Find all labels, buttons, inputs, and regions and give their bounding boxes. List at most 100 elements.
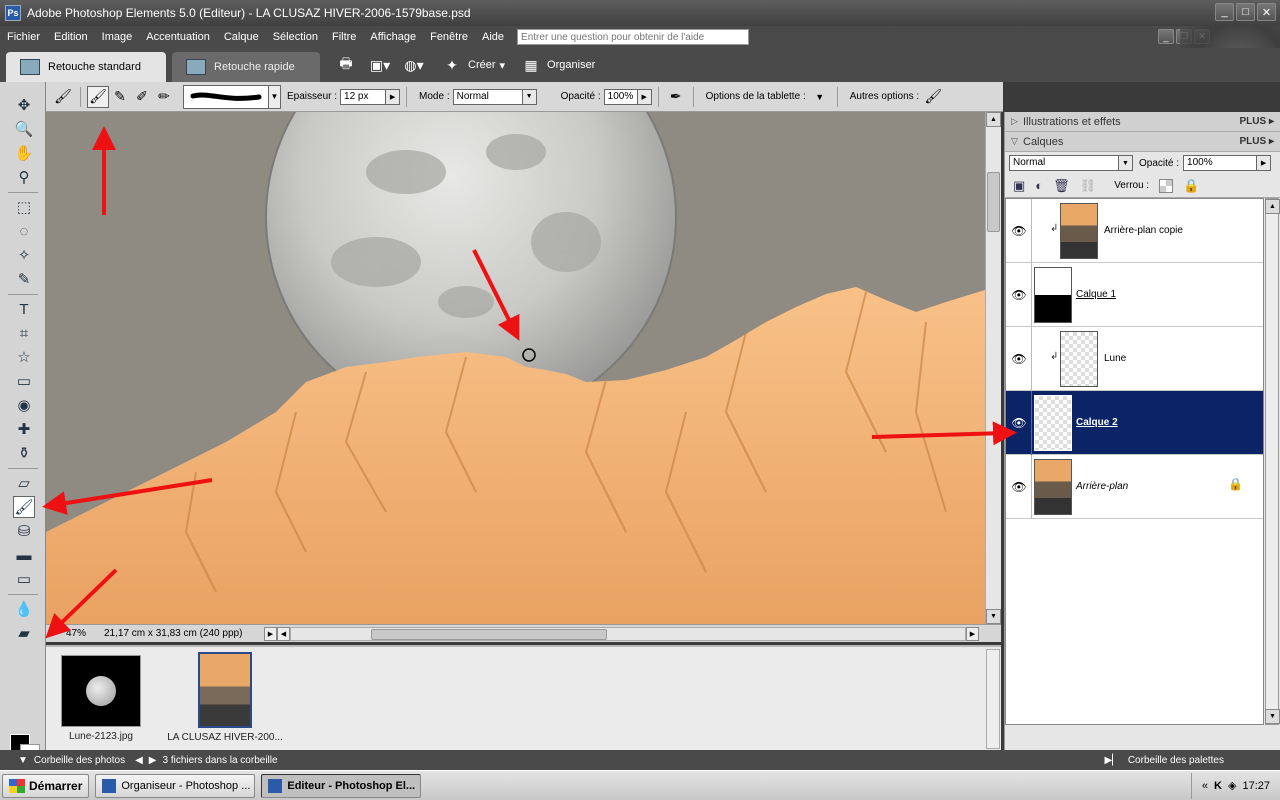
visibility-eye-icon[interactable]: 👁: [1010, 414, 1028, 432]
epaisseur-slider-arrow[interactable]: ▶: [386, 88, 401, 105]
illustrations-panel-header[interactable]: ▷ Illustrations et effets PLUS ▸: [1005, 112, 1280, 132]
vertical-scroll-thumb[interactable]: [987, 172, 1000, 232]
cookie-cutter-tool-icon[interactable]: ☆: [13, 346, 35, 368]
hand-tool-icon[interactable]: ✋: [13, 142, 35, 164]
zoom-level[interactable]: 47%: [46, 628, 94, 639]
doc-minimize-button[interactable]: _: [1158, 29, 1174, 44]
tab-retouche-rapide[interactable]: Retouche rapide: [172, 52, 320, 82]
scroll-up-button[interactable]: ▲: [986, 112, 1001, 127]
horizontal-scroll-thumb[interactable]: [371, 628, 607, 640]
web-icon[interactable]: ◍▾: [402, 55, 426, 75]
task-editeur[interactable]: Editeur - Photoshop El...: [261, 773, 422, 798]
bin-prev-icon[interactable]: ◀: [135, 755, 143, 766]
menu-image[interactable]: Image: [95, 31, 140, 43]
bin-next-icon[interactable]: ▶: [149, 755, 157, 766]
lock-all-icon[interactable]: 🔒: [1183, 178, 1199, 194]
brush-dropdown-arrow[interactable]: ▼: [269, 84, 281, 109]
tray-app-icon[interactable]: K: [1214, 780, 1222, 792]
palettes-bin-label[interactable]: Corbeille des palettes: [1128, 755, 1224, 766]
autres-options-brush-icon[interactable]: 🖌: [922, 86, 944, 108]
menu-edition[interactable]: Edition: [47, 31, 95, 43]
layer-row-calque-2[interactable]: 👁 Calque 2: [1006, 391, 1263, 455]
crop-tool-icon[interactable]: ⌗: [13, 322, 35, 344]
layers-scroll-down-button[interactable]: ▼: [1265, 709, 1280, 724]
calques-plus-button[interactable]: PLUS ▸: [1240, 136, 1274, 147]
type-tool-icon[interactable]: T: [13, 298, 35, 320]
scroll-down-button[interactable]: ▼: [986, 609, 1001, 624]
status-menu-arrow[interactable]: ▶: [264, 626, 277, 641]
straighten-tool-icon[interactable]: ▭: [13, 370, 35, 392]
marquee-tool-icon[interactable]: ⬚: [13, 196, 35, 218]
calques-panel-header[interactable]: ▽ Calques PLUS ▸: [1005, 132, 1280, 152]
shape-tool-icon[interactable]: ▭: [13, 568, 35, 590]
layer-row-arriere-plan-copie[interactable]: 👁 ↲ Arrière-plan copie: [1006, 199, 1263, 263]
organizer-icon[interactable]: ▦: [519, 55, 543, 75]
lock-transparency-icon[interactable]: [1159, 178, 1174, 193]
layers-scrollbar[interactable]: ▲ ▼: [1265, 198, 1280, 725]
zoom-tool-icon[interactable]: 🔍: [13, 118, 35, 140]
layer-row-calque-1[interactable]: 👁 Calque 1: [1006, 263, 1263, 327]
creer-button[interactable]: Créer: [468, 59, 496, 71]
menu-fichier[interactable]: Fichier: [0, 31, 47, 43]
paint-bucket-tool-icon[interactable]: ⛁: [13, 520, 35, 542]
eyedropper-tool-icon[interactable]: ⚲: [13, 166, 35, 188]
tray-shield-icon[interactable]: ◈: [1228, 779, 1236, 792]
print-icon[interactable]: 🖶: [334, 55, 358, 75]
task-organiseur[interactable]: Organiseur - Photoshop ...: [95, 773, 256, 798]
bin-item-la-clusaz[interactable]: LA CLUSAZ HIVER-200...: [162, 652, 288, 743]
organiser-button[interactable]: Organiser: [547, 59, 595, 71]
illustrations-plus-button[interactable]: PLUS ▸: [1240, 116, 1274, 127]
opacite-input[interactable]: 100%: [603, 88, 638, 105]
epaisseur-input[interactable]: 12 px: [340, 88, 387, 105]
canvas-vertical-scrollbar[interactable]: ▲ ▼: [985, 112, 1001, 624]
airbrush-icon[interactable]: ✒: [665, 86, 687, 108]
adjustment-layer-icon[interactable]: ◐: [1035, 178, 1043, 193]
healing-brush-tool-icon[interactable]: ✚: [13, 418, 35, 440]
delete-layer-icon[interactable]: 🗑: [1053, 178, 1070, 194]
gradient-tool-icon[interactable]: ▬: [13, 544, 35, 566]
bin-label[interactable]: Corbeille des photos: [34, 755, 125, 766]
layers-scroll-up-button[interactable]: ▲: [1265, 199, 1280, 214]
menu-calque[interactable]: Calque: [217, 31, 266, 43]
menu-fenetre[interactable]: Fenêtre: [423, 31, 475, 43]
new-layer-icon[interactable]: ▣: [1013, 178, 1025, 194]
layer-opacity-arrow[interactable]: ▶: [1257, 155, 1272, 171]
menu-accentuation[interactable]: Accentuation: [139, 31, 217, 43]
share-icon[interactable]: ▣▾: [368, 55, 392, 75]
tablette-dropdown-icon[interactable]: ▼: [809, 86, 831, 108]
magic-wand-tool-icon[interactable]: ✧: [13, 244, 35, 266]
brush-tool-option-icon[interactable]: 🖌: [87, 85, 109, 108]
document-canvas[interactable]: [46, 112, 985, 624]
help-search-input[interactable]: [517, 29, 750, 45]
bin-item-lune[interactable]: Lune-2123.jpg: [56, 655, 146, 742]
eraser-tool-icon[interactable]: ▱: [13, 472, 35, 494]
visibility-eye-icon[interactable]: 👁: [1010, 478, 1028, 496]
palettes-bin-icon[interactable]: ▶▏: [1104, 755, 1119, 766]
blend-mode-select[interactable]: Normal: [1009, 155, 1119, 171]
visibility-eye-icon[interactable]: 👁: [1010, 350, 1028, 368]
move-tool-icon[interactable]: ✥: [13, 94, 35, 116]
mode-dropdown-arrow[interactable]: ▼: [522, 88, 537, 105]
menu-filtre[interactable]: Filtre: [325, 31, 363, 43]
red-eye-tool-icon[interactable]: ◉: [13, 394, 35, 416]
layer-row-arriere-plan[interactable]: 👁 Arrière-plan 🔒: [1006, 455, 1263, 519]
menu-affichage[interactable]: Affichage: [363, 31, 423, 43]
tray-expand-icon[interactable]: «: [1202, 780, 1208, 792]
link-layer-icon[interactable]: ⛓: [1080, 178, 1097, 194]
brush-stroke-preview[interactable]: [183, 84, 269, 109]
mode-select[interactable]: Normal: [452, 88, 523, 105]
maximize-button[interactable]: □: [1236, 3, 1255, 21]
visibility-eye-icon[interactable]: 👁: [1010, 286, 1028, 304]
menu-aide[interactable]: Aide: [475, 31, 511, 43]
opacite-slider-arrow[interactable]: ▶: [637, 88, 652, 105]
clone-stamp-tool-icon[interactable]: ⚱: [13, 442, 35, 464]
scroll-left-button[interactable]: ◀: [277, 626, 290, 641]
blur-tool-icon[interactable]: 💧: [13, 598, 35, 620]
scroll-right-button[interactable]: ▶: [966, 626, 979, 641]
canvas-horizontal-scrollbar[interactable]: [290, 626, 966, 641]
sponge-tool-icon[interactable]: ▰: [13, 622, 35, 644]
selection-brush-tool-icon[interactable]: ✎: [13, 268, 35, 290]
tab-retouche-standard[interactable]: Retouche standard: [6, 52, 166, 82]
blend-mode-dropdown-arrow[interactable]: ▼: [1119, 155, 1133, 171]
bin-toggle-icon[interactable]: ▼: [18, 755, 28, 766]
